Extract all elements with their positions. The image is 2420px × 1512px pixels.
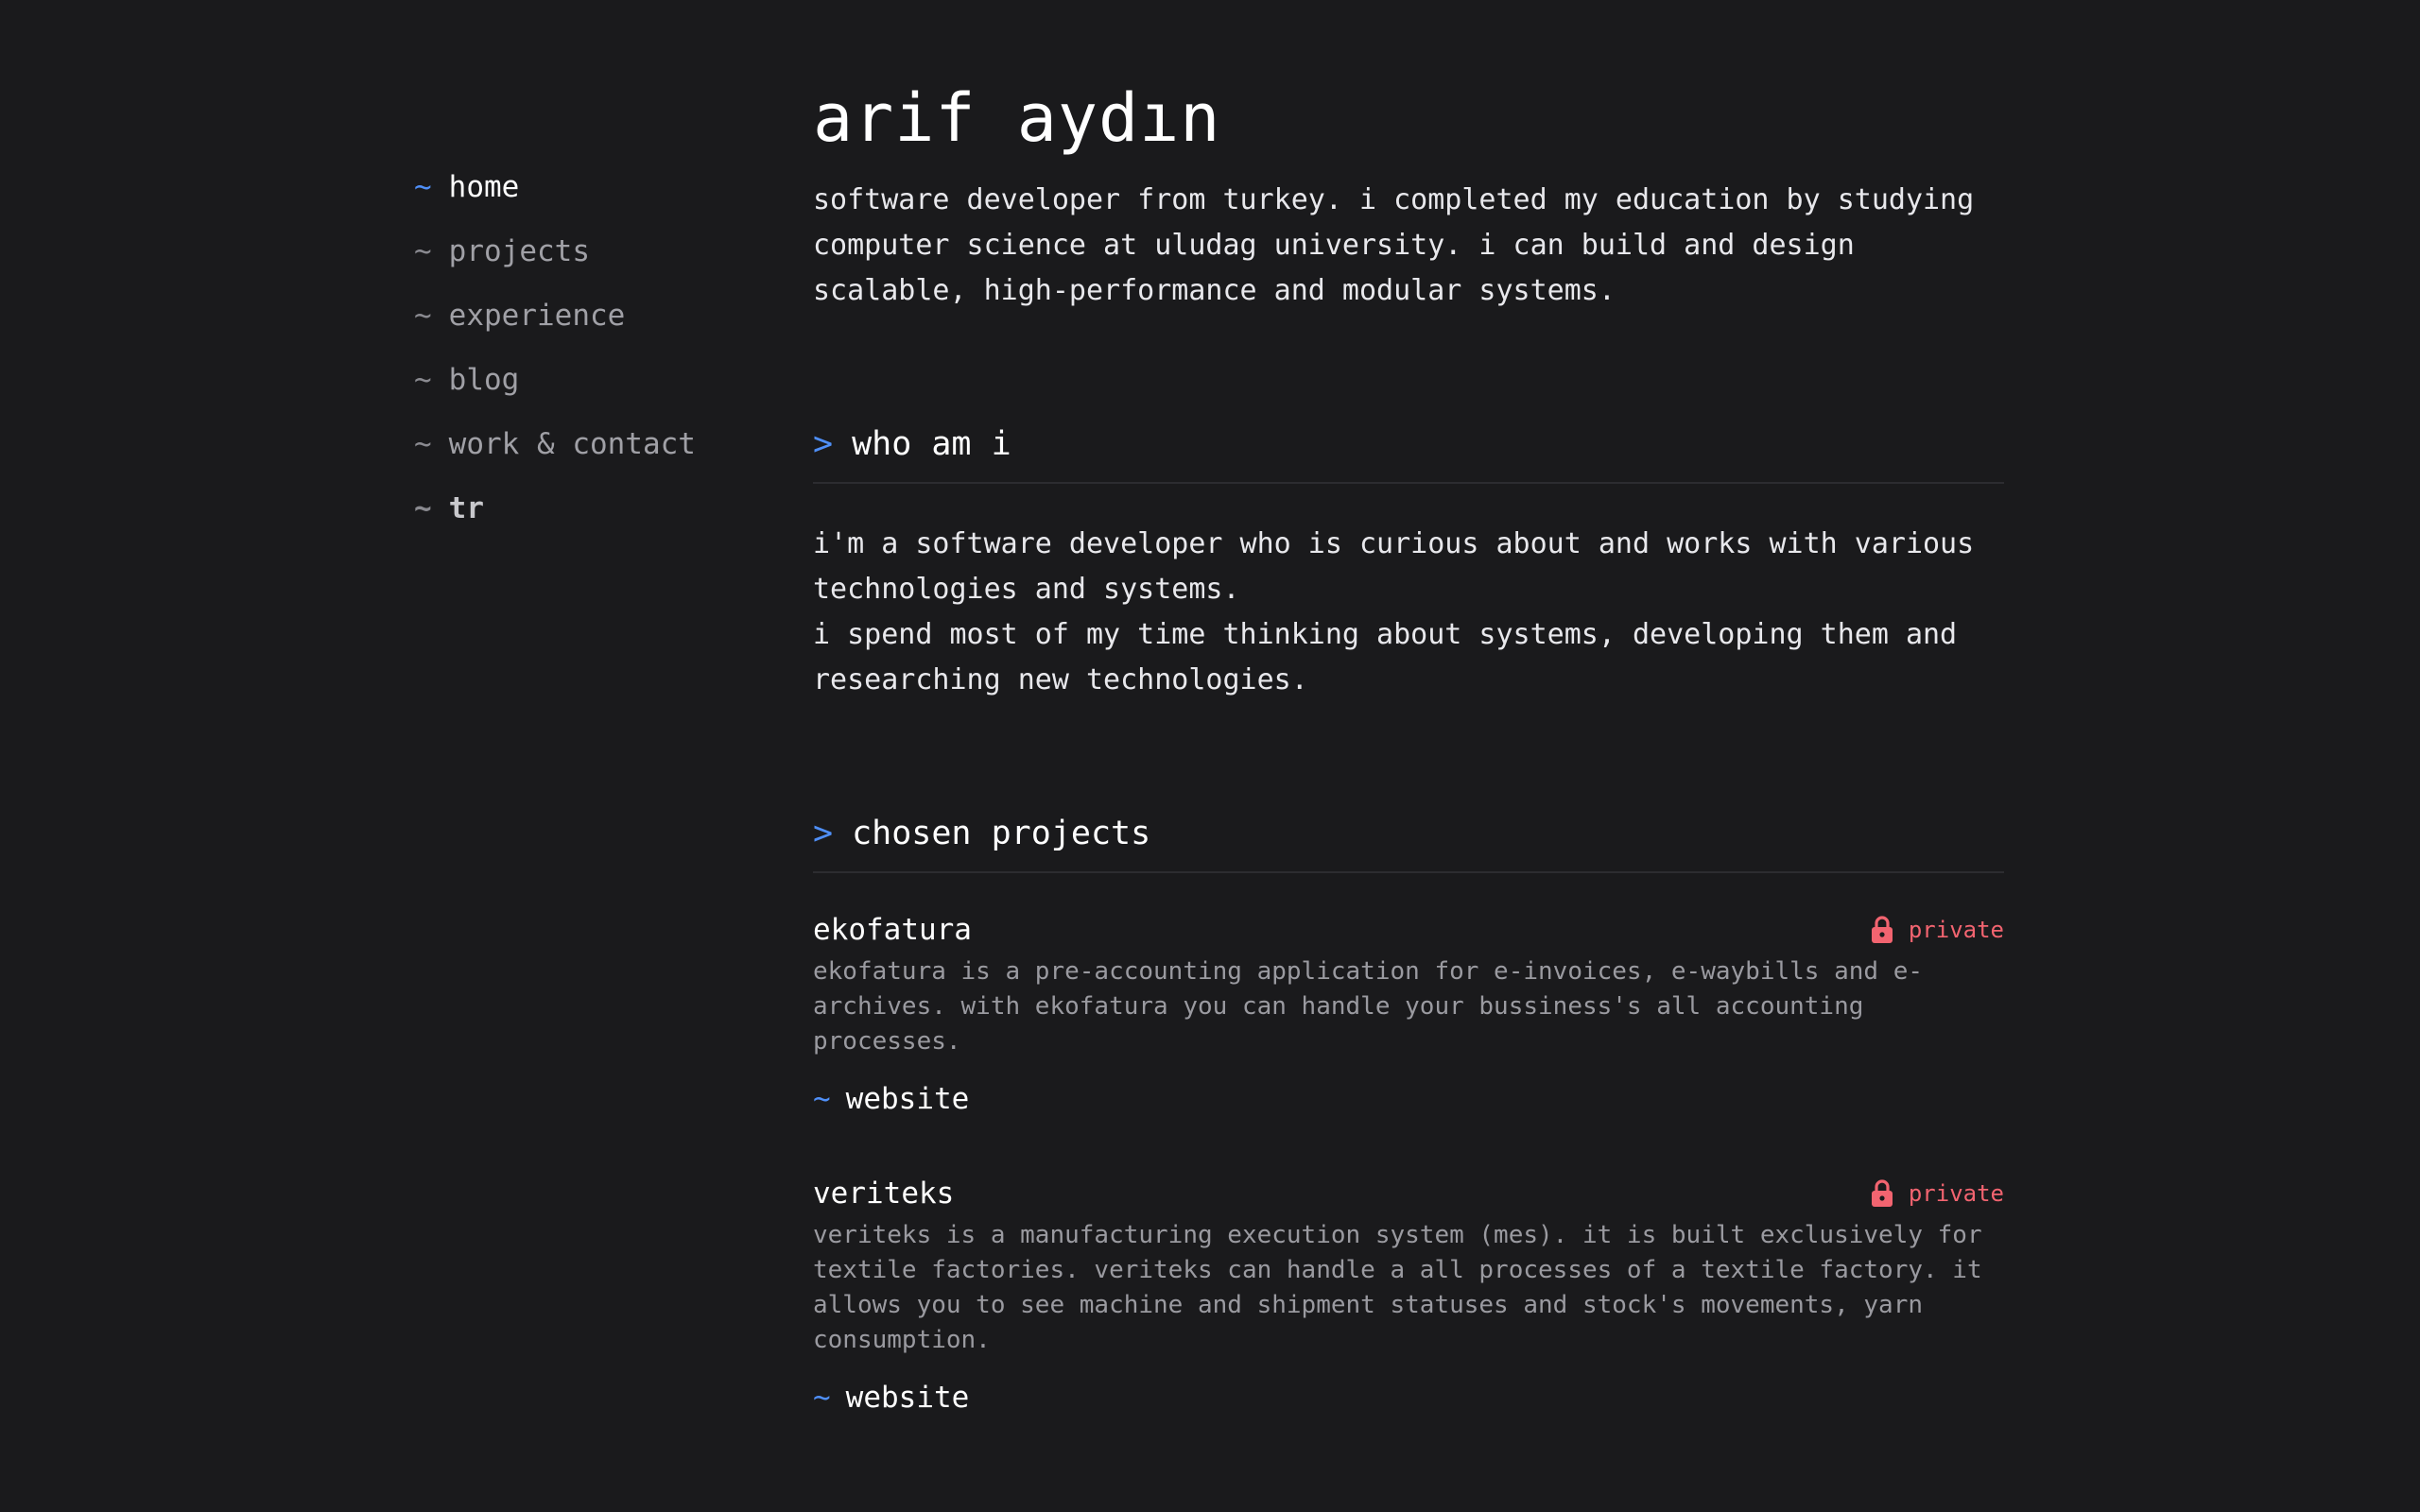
private-badge: private [1871, 916, 2004, 944]
nav-item-label: experience [448, 299, 626, 333]
nav-tilde: ~ [414, 170, 432, 204]
private-badge: private [1871, 1179, 2004, 1208]
page: ~ home ~ projects ~ experience ~ blog ~ … [0, 0, 2420, 1512]
project-card-ekofatura: ekofatura private ekofatura is a pre-acc… [813, 911, 2004, 1116]
section-heading-label: chosen projects [852, 815, 1151, 852]
link-label: website [845, 1381, 970, 1415]
project-website-link[interactable]: ~ website [813, 1082, 969, 1116]
section-heading-projects: > chosen projects [813, 815, 2004, 873]
section-heading-who: > who am i [813, 425, 2004, 484]
nav-item-label: blog [448, 363, 520, 397]
project-card-veriteks: veriteks private veriteks is a manufactu… [813, 1175, 2004, 1415]
section-heading-label: who am i [852, 425, 1011, 463]
sidebar-nav: ~ home ~ projects ~ experience ~ blog ~ … [414, 168, 726, 554]
nav-tilde: ~ [414, 427, 432, 461]
nav-item-experience[interactable]: ~ experience [414, 297, 726, 335]
nav-item-label: work & contact [448, 427, 696, 461]
nav-item-language-tr[interactable]: ~ tr [414, 490, 726, 527]
nav-tilde: ~ [414, 363, 432, 397]
project-header: ekofatura private [813, 911, 2004, 949]
main-content: arif aydın software developer from turke… [813, 76, 2004, 1473]
link-tilde: ~ [813, 1082, 831, 1116]
nav-item-home[interactable]: ~ home [414, 168, 726, 206]
projects-section: > chosen projects ekofatura private ekof… [813, 815, 2004, 1415]
lock-icon [1871, 1179, 1893, 1207]
who-paragraph-2: i spend most of my time thinking about s… [813, 618, 1958, 696]
project-website-link[interactable]: ~ website [813, 1381, 969, 1415]
chevron-right-icon: > [813, 425, 834, 463]
project-name: veriteks [813, 1177, 955, 1211]
private-label: private [1908, 1180, 2004, 1207]
link-tilde: ~ [813, 1381, 831, 1415]
private-label: private [1908, 917, 2004, 943]
nav-item-work-contact[interactable]: ~ work & contact [414, 425, 726, 463]
nav-item-projects[interactable]: ~ projects [414, 232, 726, 270]
intro-text: software developer from turkey. i comple… [813, 183, 1975, 307]
page-title: arif aydın [813, 79, 1221, 157]
project-description: veriteks is a manufacturing execution sy… [813, 1221, 1982, 1354]
link-label: website [845, 1082, 970, 1116]
nav-tilde: ~ [414, 299, 432, 333]
chevron-right-icon: > [813, 815, 834, 852]
nav-item-label: home [448, 170, 520, 204]
lock-icon [1871, 916, 1893, 943]
project-name: ekofatura [813, 913, 972, 947]
who-paragraph-1: i'm a software developer who is curious … [813, 527, 1975, 606]
nav-tilde: ~ [414, 234, 432, 268]
who-am-i-section: > who am i i'm a software developer who … [813, 425, 2004, 703]
project-header: veriteks private [813, 1175, 2004, 1212]
nav-tilde: ~ [414, 491, 432, 525]
project-description: ekofatura is a pre-accounting applicatio… [813, 957, 1923, 1056]
nav-item-label: projects [448, 234, 590, 268]
nav-item-blog[interactable]: ~ blog [414, 361, 726, 399]
nav-item-label: tr [448, 491, 484, 525]
